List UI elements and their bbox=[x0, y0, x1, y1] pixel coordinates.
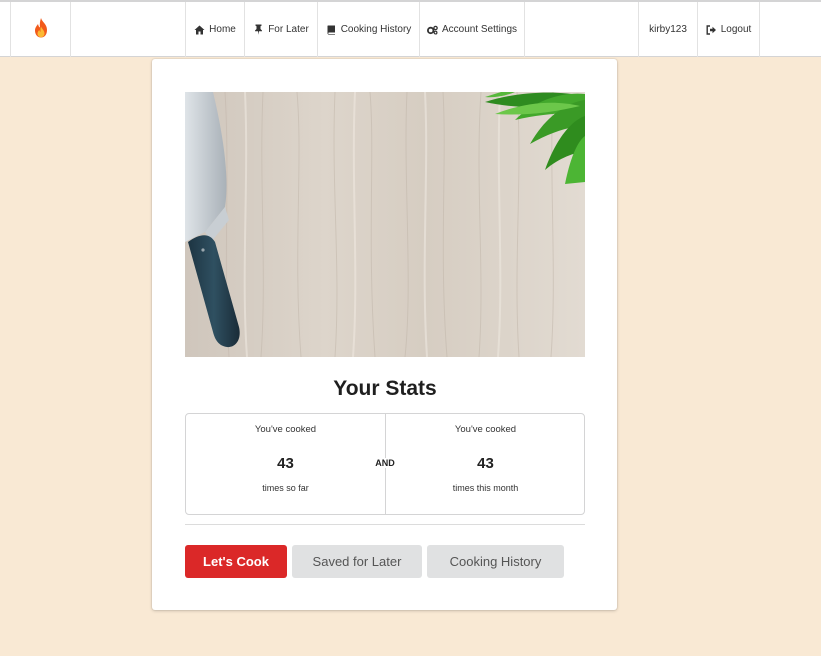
section-divider bbox=[185, 524, 585, 525]
and-divider-label: AND bbox=[370, 458, 400, 468]
stat-total: You've cooked 43 times so far bbox=[186, 414, 386, 514]
nav-account-settings-label: Account Settings bbox=[441, 24, 518, 35]
nav-home[interactable]: Home bbox=[185, 2, 245, 57]
stat-month-label: You've cooked bbox=[454, 424, 517, 435]
stats-card: Your Stats You've cooked 43 times so far… bbox=[152, 59, 617, 610]
pin-icon bbox=[253, 24, 264, 35]
saved-for-later-button[interactable]: Saved for Later bbox=[292, 545, 422, 578]
sign-out-icon bbox=[706, 24, 717, 35]
fire-icon bbox=[32, 18, 50, 41]
lets-cook-button[interactable]: Let's Cook bbox=[185, 545, 287, 578]
stat-total-caption: times so far bbox=[262, 483, 309, 493]
logo-link[interactable] bbox=[10, 2, 71, 57]
gears-icon bbox=[426, 24, 438, 35]
nav-logout-label: Logout bbox=[720, 24, 752, 35]
home-icon bbox=[194, 24, 205, 35]
stat-total-label: You've cooked bbox=[254, 424, 317, 435]
stat-month-caption: times this month bbox=[452, 483, 519, 493]
hero-image bbox=[185, 92, 585, 357]
nav-username[interactable]: kirby123 bbox=[638, 2, 698, 57]
nav-for-later[interactable]: For Later bbox=[245, 2, 318, 57]
top-navigation-bar: Home For Later Cooking History Account S… bbox=[0, 0, 821, 57]
stats-panel: You've cooked 43 times so far You've coo… bbox=[185, 413, 585, 515]
nav-logout[interactable]: Logout bbox=[698, 2, 760, 57]
nav-cooking-history-label: Cooking History bbox=[340, 24, 412, 35]
stats-title: Your Stats bbox=[333, 377, 437, 400]
knife-on-board-image bbox=[185, 92, 585, 357]
stat-month-value: 43 bbox=[477, 455, 494, 472]
username-label: kirby123 bbox=[649, 24, 687, 35]
book-icon bbox=[326, 24, 337, 35]
nav-cooking-history[interactable]: Cooking History bbox=[318, 2, 420, 57]
stat-total-value: 43 bbox=[277, 455, 294, 472]
nav-home-label: Home bbox=[209, 24, 236, 35]
cooking-history-button[interactable]: Cooking History bbox=[427, 545, 564, 578]
stat-month: You've cooked 43 times this month bbox=[386, 414, 585, 514]
nav-for-later-label: For Later bbox=[268, 24, 309, 35]
nav-account-settings[interactable]: Account Settings bbox=[420, 2, 525, 57]
